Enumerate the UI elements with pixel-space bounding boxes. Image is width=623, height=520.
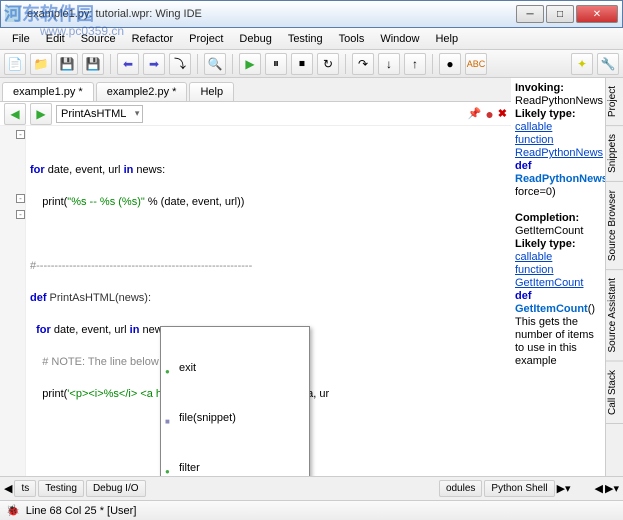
maximize-button[interactable]: □ (546, 5, 574, 23)
close-button[interactable]: ✕ (576, 5, 618, 23)
run-button[interactable]: ▶ (239, 53, 261, 75)
editor-toolbar: ◀ ▶ PrintAsHTML 📌 ● ✖ (0, 102, 511, 126)
minimize-button[interactable]: ─ (516, 5, 544, 23)
save-button[interactable]: 💾 (56, 53, 78, 75)
nav-back-button[interactable]: ◀ (4, 103, 26, 125)
vtab-call-stack[interactable]: Call Stack (606, 362, 623, 424)
info-value: ReadPythonNews (515, 95, 603, 107)
menu-tools[interactable]: Tools (331, 31, 373, 47)
open-button[interactable]: 📁 (30, 53, 52, 75)
info-value: GetItemCount (515, 225, 583, 237)
app-icon (5, 6, 21, 22)
abc-button[interactable]: ABC (465, 53, 487, 75)
btab-python-shell[interactable]: Python Shell (484, 480, 554, 497)
info-heading: Likely type: (515, 238, 576, 250)
menu-file[interactable]: File (4, 31, 38, 47)
tab-example2[interactable]: example2.py * (96, 82, 188, 101)
right-panel: Invoking: ReadPythonNews Likely type: ca… (511, 78, 623, 476)
info-heading: Completion: (515, 212, 579, 224)
fold-marker[interactable]: - (16, 194, 25, 203)
python-icon[interactable]: ✦ (571, 53, 593, 75)
vtab-project[interactable]: Project (606, 78, 623, 126)
bottom-tabs: ◀ ts Testing Debug I/O odules Python She… (0, 476, 623, 500)
func-icon (165, 363, 175, 373)
restart-button[interactable]: ↻ (317, 53, 339, 75)
info-heading: Likely type: (515, 108, 576, 120)
step-out-button[interactable]: ↑ (404, 53, 426, 75)
toolbar: 📄 📁 💾 💾 ⬅ ➡ ⤵ 🔍 ▶ ⏸ ⏹ ↻ ↷ ↓ ↑ ● ABC ✦ 🔧 (0, 50, 623, 78)
breakpoint-button[interactable]: ● (439, 53, 461, 75)
info-desc: This gets the number of items to use in … (515, 316, 601, 368)
statusbar: 🐞 Line 68 Col 25 * [User] (0, 500, 623, 520)
btab-debug-io[interactable]: Debug I/O (86, 480, 146, 497)
tab-example1[interactable]: example1.py * (2, 82, 94, 101)
vertical-tabs: Project Snippets Source Browser Source A… (605, 78, 623, 476)
step-over-button[interactable]: ↷ (352, 53, 374, 75)
pin-icon[interactable]: 📌 (468, 107, 482, 120)
editor-tabs: example1.py * example2.py * Help (0, 78, 511, 102)
scroll-right-icon[interactable]: ▶▾ (605, 482, 619, 495)
goto-button[interactable]: ⤵ (169, 53, 191, 75)
func-icon (165, 463, 175, 473)
info-heading: Invoking: (515, 82, 564, 94)
btab-ts[interactable]: ts (14, 480, 36, 497)
tool-button[interactable]: 🔧 (597, 53, 619, 75)
source-assistant-panel: Invoking: ReadPythonNews Likely type: ca… (511, 78, 605, 476)
code-editor[interactable]: - - - for date, event, url in news: prin… (0, 126, 511, 476)
step-in-button[interactable]: ↓ (378, 53, 400, 75)
ac-item[interactable]: filter (161, 459, 309, 476)
search-button[interactable]: 🔍 (204, 53, 226, 75)
nav-fwd-button[interactable]: ▶ (30, 103, 52, 125)
back-button[interactable]: ⬅ (117, 53, 139, 75)
vtab-snippets[interactable]: Snippets (606, 126, 623, 182)
type-link[interactable]: callable (515, 251, 552, 263)
func-link[interactable]: function GetItemCount (515, 264, 583, 289)
bug-icon: 🐞 (6, 504, 20, 517)
editor-area: example1.py * example2.py * Help ◀ ▶ Pri… (0, 78, 511, 476)
menu-project[interactable]: Project (181, 31, 231, 47)
main-area: example1.py * example2.py * Help ◀ ▶ Pri… (0, 78, 623, 476)
symbol-combo[interactable]: PrintAsHTML (56, 105, 143, 123)
fold-marker[interactable]: - (16, 130, 25, 139)
vtab-source-browser[interactable]: Source Browser (606, 182, 623, 270)
menu-testing[interactable]: Testing (280, 31, 331, 47)
tab-help[interactable]: Help (189, 82, 234, 101)
btab-modules[interactable]: odules (439, 480, 482, 497)
stop-button[interactable]: ⏹ (291, 53, 313, 75)
record-icon[interactable]: ● (485, 106, 493, 122)
save-all-button[interactable]: 💾 (82, 53, 104, 75)
gutter: - - - (0, 126, 26, 476)
scroll-left-icon[interactable]: ◀ (4, 482, 12, 495)
menu-help[interactable]: Help (427, 31, 466, 47)
window-controls: ─ □ ✕ (516, 5, 618, 23)
window-title: example1.py: tutorial.wpr: Wing IDE (27, 8, 516, 20)
pause-button[interactable]: ⏸ (265, 53, 287, 75)
close-tab-icon[interactable]: ✖ (498, 107, 507, 120)
menu-debug[interactable]: Debug (231, 31, 279, 47)
cursor-position: Line 68 Col 25 * [User] (26, 505, 137, 517)
type-link[interactable]: callable (515, 121, 552, 133)
forward-button[interactable]: ➡ (143, 53, 165, 75)
menu-window[interactable]: Window (372, 31, 427, 47)
ac-item[interactable]: exit (161, 359, 309, 377)
func-link[interactable]: function ReadPythonNews (515, 134, 603, 159)
scroll-right-icon[interactable]: ▶▾ (557, 482, 571, 495)
vtab-source-assistant[interactable]: Source Assistant (606, 270, 623, 361)
menu-refactor[interactable]: Refactor (124, 31, 182, 47)
ac-item[interactable]: file(snippet) (161, 409, 309, 427)
watermark-url: www.pc0359.cn (40, 24, 124, 38)
btab-testing[interactable]: Testing (38, 480, 84, 497)
new-file-button[interactable]: 📄 (4, 53, 26, 75)
fold-marker[interactable]: - (16, 210, 25, 219)
snippet-icon (165, 413, 175, 423)
scroll-left-icon[interactable]: ◀ (595, 482, 603, 495)
autocomplete-popup: exit file(snippet) filter float force= f… (160, 326, 310, 476)
